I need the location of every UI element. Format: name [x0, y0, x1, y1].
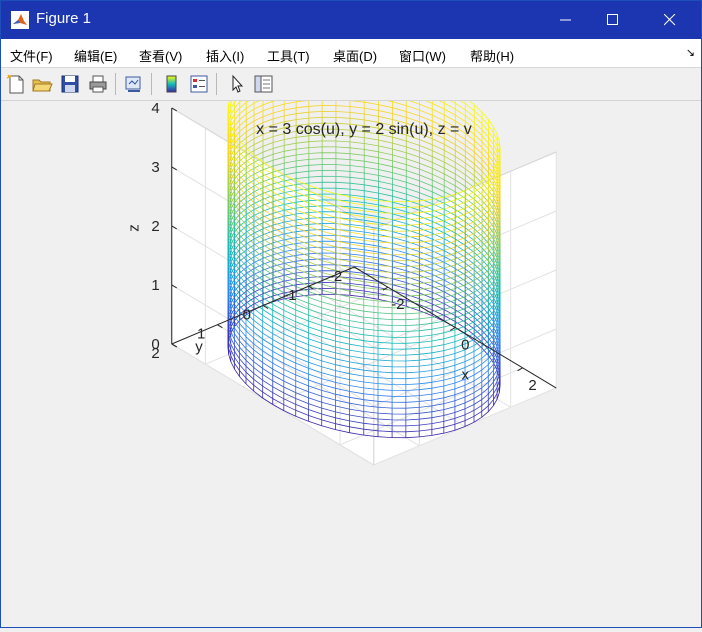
matlab-logo-icon [11, 11, 29, 29]
x-tick-label: -2 [391, 296, 404, 313]
x-axis-label: x [462, 367, 470, 384]
minimize-icon [560, 19, 571, 21]
insert-colorbar-button[interactable] [161, 73, 183, 95]
toolbar-separator [151, 73, 152, 95]
property-inspector-button[interactable] [252, 73, 274, 95]
print-button[interactable] [87, 73, 109, 95]
menu-view[interactable]: 查看(V) [139, 46, 182, 65]
y-tick-label: 2 [151, 345, 159, 362]
property-inspector-icon [254, 75, 273, 93]
save-button[interactable] [59, 73, 81, 95]
close-button[interactable] [647, 1, 693, 39]
axes-3d[interactable]: 01234-2-1012-202zyxx = 3 cos(u), y = 2 s… [1, 57, 701, 627]
menu-insert[interactable]: 插入(I) [206, 46, 244, 65]
z-tick-label: 2 [151, 218, 159, 235]
new-figure-button[interactable] [5, 73, 27, 95]
x-tick-label: 0 [461, 337, 469, 354]
maximize-button[interactable] [590, 1, 636, 39]
insert-legend-icon [190, 75, 208, 93]
print-icon [89, 75, 107, 93]
figure-canvas[interactable]: 0 1 2 3 4 -2 -1 0 1 2 -2 0 2 z y x x = 3 cos(u), y = 2 s… [1, 57, 701, 627]
z-tick-label: 4 [151, 101, 159, 117]
insert-legend-button[interactable] [188, 73, 210, 95]
close-icon [664, 14, 676, 26]
open-file-icon [32, 79, 53, 92]
minimize-button[interactable] [543, 1, 589, 39]
chart-title: x = 3 cos(u), y = 2 sin(u), z = v [256, 121, 472, 138]
maximize-icon [607, 14, 618, 25]
new-figure-icon [6, 74, 24, 94]
menu-tools[interactable]: 工具(T) [267, 46, 310, 65]
figure-window: Figure 1 文件(F) 编辑(E) 查看(V) 插入(I) 工具(T) 桌… [0, 0, 702, 628]
y-tick-label: -2 [329, 268, 342, 285]
menu-overflow-arrow-icon[interactable]: ↘ [686, 46, 695, 59]
toolbar-separator [216, 73, 217, 95]
title-bar[interactable]: Figure 1 [1, 1, 701, 39]
menu-help[interactable]: 帮助(H) [470, 46, 514, 65]
toolbar [1, 68, 701, 101]
menu-window[interactable]: 窗口(W) [399, 46, 446, 65]
menu-edit[interactable]: 编辑(E) [74, 46, 117, 65]
y-axis-label: y [195, 338, 203, 355]
y-tick-label: -1 [283, 287, 296, 304]
edit-plot-button[interactable] [226, 73, 248, 95]
menu-file[interactable]: 文件(F) [10, 46, 53, 65]
z-tick-label: 3 [151, 159, 159, 176]
z-axis-label: z [126, 224, 143, 232]
edit-plot-icon [232, 74, 244, 93]
insert-colorbar-icon [166, 75, 177, 93]
save-icon [61, 75, 79, 93]
link-plot-button[interactable] [122, 73, 144, 95]
open-file-button[interactable] [31, 73, 53, 95]
menu-desktop[interactable]: 桌面(D) [333, 46, 377, 65]
window-title: Figure 1 [36, 10, 92, 27]
z-tick-label: 1 [151, 277, 159, 294]
toolbar-separator [115, 73, 116, 95]
link-plot-icon [125, 76, 141, 92]
x-tick-label: 2 [528, 377, 536, 394]
menu-bar: 文件(F) 编辑(E) 查看(V) 插入(I) 工具(T) 桌面(D) 窗口(W… [1, 39, 701, 68]
y-tick-label: 0 [243, 306, 251, 323]
